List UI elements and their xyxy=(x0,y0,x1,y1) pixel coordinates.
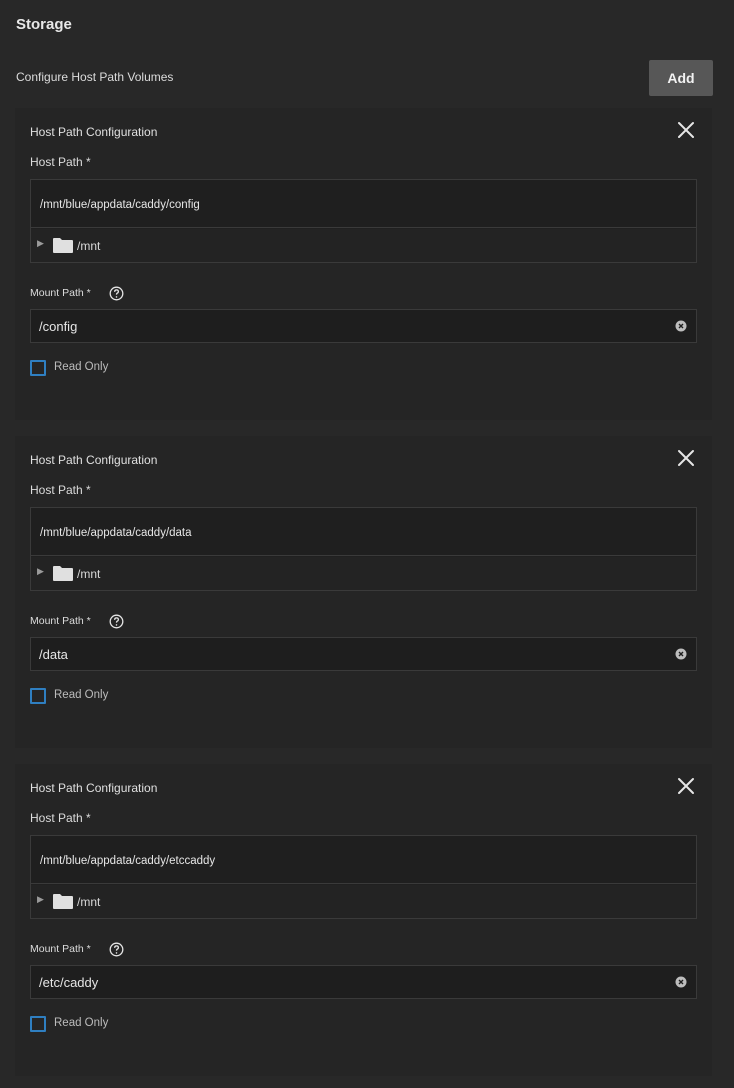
help-circle-icon[interactable] xyxy=(109,614,124,634)
read-only-label: Read Only xyxy=(54,1017,109,1029)
host-path-input[interactable]: /mnt/blue/appdata/caddy/config xyxy=(31,180,696,228)
mount-path-label: Mount Path * xyxy=(30,615,91,627)
folder-icon xyxy=(52,565,74,587)
folder-icon xyxy=(52,237,74,259)
tree-node-mnt[interactable]: ▶ /mnt xyxy=(31,229,696,262)
mount-path-input[interactable]: /config xyxy=(30,309,697,343)
storage-section: Storage Configure Host Path Volumes Add … xyxy=(0,0,734,1088)
host-path-label: Host Path * xyxy=(30,483,91,497)
tree-node-mnt[interactable]: ▶ /mnt xyxy=(31,557,696,590)
host-path-explorer: /mnt/blue/appdata/caddy/config ▶ /mnt xyxy=(30,179,697,263)
clear-circle-icon[interactable] xyxy=(675,648,687,663)
tree-node-label: /mnt xyxy=(77,895,101,909)
mount-path-value: /config xyxy=(39,319,78,334)
close-icon[interactable] xyxy=(676,448,696,468)
read-only-label: Read Only xyxy=(54,361,109,373)
read-only-checkbox[interactable] xyxy=(30,688,46,704)
folder-icon xyxy=(52,893,74,915)
tree-node-mnt[interactable]: ▶ /mnt xyxy=(31,885,696,918)
host-path-explorer: /mnt/blue/appdata/caddy/etccaddy ▶ /mnt xyxy=(30,835,697,919)
section-subtitle: Configure Host Path Volumes xyxy=(16,70,174,84)
tree-node-label: /mnt xyxy=(77,567,101,581)
host-path-card: Host Path Configuration Host Path * /mnt… xyxy=(15,108,712,420)
mount-path-label: Mount Path * xyxy=(30,943,91,955)
help-circle-icon[interactable] xyxy=(109,942,124,962)
add-volume-button[interactable]: Add xyxy=(649,60,713,96)
mount-path-input[interactable]: /data xyxy=(30,637,697,671)
triangle-right-icon[interactable]: ▶ xyxy=(37,238,44,249)
triangle-right-icon[interactable]: ▶ xyxy=(37,894,44,905)
read-only-label: Read Only xyxy=(54,689,109,701)
card-title: Host Path Configuration xyxy=(30,125,158,139)
host-path-label: Host Path * xyxy=(30,811,91,825)
help-circle-icon[interactable] xyxy=(109,286,124,306)
clear-circle-icon[interactable] xyxy=(675,976,687,991)
host-path-explorer: /mnt/blue/appdata/caddy/data ▶ /mnt xyxy=(30,507,697,591)
close-icon[interactable] xyxy=(676,120,696,140)
card-title: Host Path Configuration xyxy=(30,781,158,795)
mount-path-value: /etc/caddy xyxy=(39,975,99,990)
card-title: Host Path Configuration xyxy=(30,453,158,467)
tree-node-label: /mnt xyxy=(77,239,101,253)
read-only-checkbox[interactable] xyxy=(30,1016,46,1032)
mount-path-input[interactable]: /etc/caddy xyxy=(30,965,697,999)
host-path-input[interactable]: /mnt/blue/appdata/caddy/data xyxy=(31,508,696,556)
close-icon[interactable] xyxy=(676,776,696,796)
triangle-right-icon[interactable]: ▶ xyxy=(37,566,44,577)
section-title: Storage xyxy=(16,16,72,33)
host-path-card: Host Path Configuration Host Path * /mnt… xyxy=(15,436,712,748)
mount-path-label: Mount Path * xyxy=(30,287,91,299)
read-only-checkbox[interactable] xyxy=(30,360,46,376)
host-path-label: Host Path * xyxy=(30,155,91,169)
mount-path-value: /data xyxy=(39,647,68,662)
clear-circle-icon[interactable] xyxy=(675,320,687,335)
host-path-card: Host Path Configuration Host Path * /mnt… xyxy=(15,764,712,1076)
host-path-input[interactable]: /mnt/blue/appdata/caddy/etccaddy xyxy=(31,836,696,884)
